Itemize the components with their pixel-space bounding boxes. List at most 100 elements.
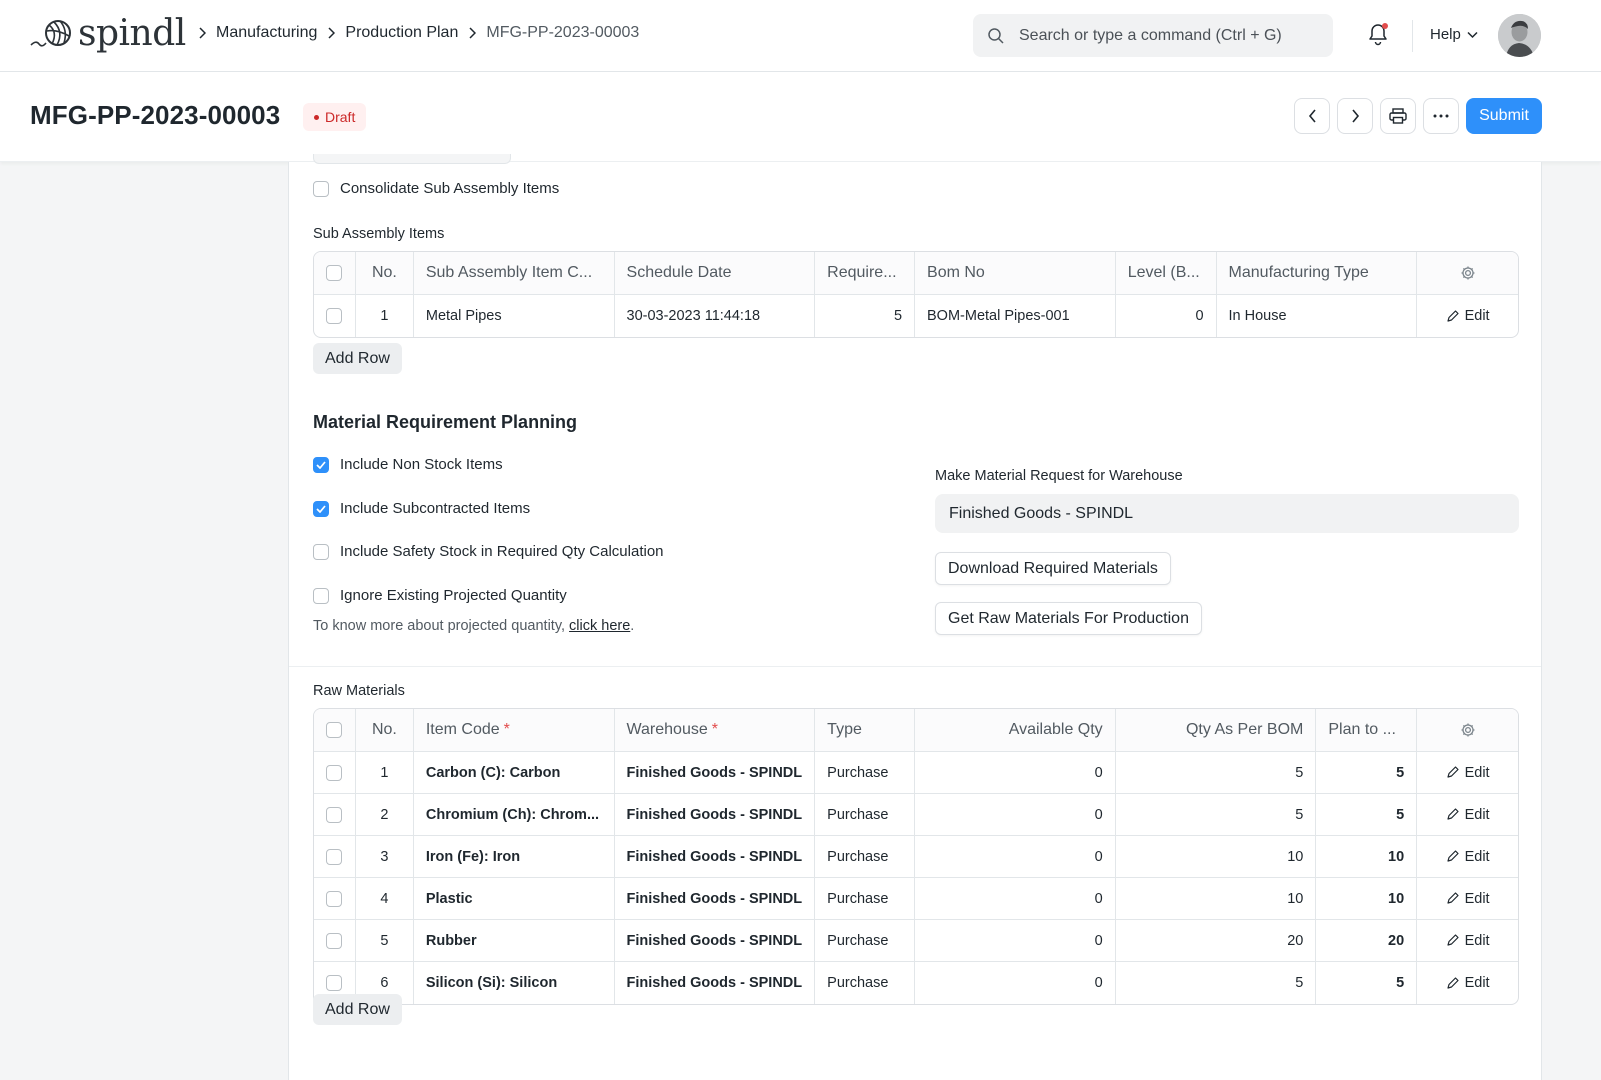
column-header[interactable]: Schedule Date xyxy=(615,252,816,294)
qty-per-bom-cell[interactable]: 5 xyxy=(1116,962,1317,1004)
consolidate-sub-assembly-checkbox[interactable]: Consolidate Sub Assembly Items xyxy=(313,180,559,197)
plan-to-request-cell[interactable]: 5 xyxy=(1316,752,1418,793)
warehouse-input[interactable]: Finished Goods - SPINDL xyxy=(935,494,1519,533)
checkbox-box[interactable] xyxy=(313,587,329,604)
schedule-date-cell[interactable]: 30-03-2023 11:44:18 xyxy=(615,295,816,337)
row-checkbox[interactable] xyxy=(326,932,343,949)
plan-to-request-cell[interactable]: 5 xyxy=(1316,794,1418,835)
help-dropdown[interactable]: Help xyxy=(1430,26,1478,43)
available-qty-cell[interactable]: 0 xyxy=(915,794,1116,835)
type-cell[interactable]: Purchase xyxy=(815,962,916,1004)
warehouse-cell[interactable]: Finished Goods - SPINDL xyxy=(615,878,816,919)
checkbox-box[interactable] xyxy=(313,543,329,560)
print-button[interactable] xyxy=(1380,98,1416,134)
column-header[interactable]: Sub Assembly Item C... xyxy=(414,252,615,294)
column-header[interactable]: Manufacturing Type xyxy=(1217,252,1418,294)
include-non-stock-checkbox[interactable]: Include Non Stock Items xyxy=(313,456,503,473)
row-edit-button[interactable]: Edit xyxy=(1446,933,1490,949)
item-code-cell[interactable]: Carbon (C): Carbon xyxy=(414,752,615,793)
select-all-checkbox[interactable] xyxy=(326,265,343,281)
warehouse-cell[interactable]: Finished Goods - SPINDL xyxy=(615,962,816,1004)
click-here-link[interactable]: click here xyxy=(569,618,630,634)
row-edit-button[interactable]: Edit xyxy=(1446,849,1490,865)
row-edit-button[interactable]: Edit xyxy=(1446,891,1490,907)
sub-assembly-item-cell[interactable]: Metal Pipes xyxy=(414,295,615,337)
table-row[interactable]: 2 Chromium (Ch): Chrom... Finished Goods… xyxy=(314,794,1518,836)
search-bar[interactable] xyxy=(973,14,1333,57)
gear-icon[interactable] xyxy=(1460,722,1476,738)
submit-button[interactable]: Submit xyxy=(1466,98,1542,134)
row-checkbox[interactable] xyxy=(326,308,343,324)
item-code-cell[interactable]: Iron (Fe): Iron xyxy=(414,836,615,877)
qty-per-bom-cell[interactable]: 10 xyxy=(1116,836,1317,877)
checkbox-box-checked[interactable] xyxy=(313,456,329,473)
row-edit-button[interactable]: Edit xyxy=(1446,807,1490,823)
column-header[interactable]: No. xyxy=(356,709,414,751)
type-cell[interactable]: Purchase xyxy=(815,878,916,919)
row-checkbox[interactable] xyxy=(326,764,343,781)
next-doc-button[interactable] xyxy=(1337,98,1373,134)
qty-per-bom-cell[interactable]: 5 xyxy=(1116,752,1317,793)
raw-materials-add-row-button[interactable]: Add Row xyxy=(313,994,402,1025)
plan-to-request-cell[interactable]: 10 xyxy=(1316,878,1418,919)
available-qty-cell[interactable]: 0 xyxy=(915,920,1116,961)
type-cell[interactable]: Purchase xyxy=(815,836,916,877)
download-required-materials-button[interactable]: Download Required Materials xyxy=(935,552,1171,585)
qty-per-bom-cell[interactable]: 10 xyxy=(1116,878,1317,919)
table-row[interactable]: 1 Carbon (C): Carbon Finished Goods - SP… xyxy=(314,752,1518,794)
type-cell[interactable]: Purchase xyxy=(815,920,916,961)
available-qty-cell[interactable]: 0 xyxy=(915,836,1116,877)
row-checkbox[interactable] xyxy=(326,848,343,865)
search-input[interactable] xyxy=(1017,25,1317,46)
sub-assembly-add-row-button[interactable]: Add Row xyxy=(313,343,402,374)
table-row[interactable]: 3 Iron (Fe): Iron Finished Goods - SPIND… xyxy=(314,836,1518,878)
item-code-cell[interactable]: Chromium (Ch): Chrom... xyxy=(414,794,615,835)
checkbox-box[interactable] xyxy=(313,180,329,197)
qty-per-bom-cell[interactable]: 5 xyxy=(1116,794,1317,835)
required-qty-cell[interactable]: 5 xyxy=(815,295,916,337)
column-header[interactable]: Plan to ... xyxy=(1316,709,1418,751)
qty-per-bom-cell[interactable]: 20 xyxy=(1116,920,1317,961)
more-actions-button[interactable] xyxy=(1423,98,1459,134)
column-header[interactable]: Level (B... xyxy=(1116,252,1217,294)
row-checkbox[interactable] xyxy=(326,975,343,991)
type-cell[interactable]: Purchase xyxy=(815,794,916,835)
bom-no-cell[interactable]: BOM-Metal Pipes-001 xyxy=(915,295,1116,337)
column-header[interactable]: Type xyxy=(815,709,916,751)
column-header[interactable]: Available Qty xyxy=(915,709,1116,751)
item-code-cell[interactable]: Plastic xyxy=(414,878,615,919)
select-all-checkbox[interactable] xyxy=(326,722,343,738)
column-header[interactable]: No. xyxy=(356,252,414,294)
previous-doc-button[interactable] xyxy=(1294,98,1330,134)
plan-to-request-cell[interactable]: 5 xyxy=(1316,962,1418,1004)
item-code-cell[interactable]: Silicon (Si): Silicon xyxy=(414,962,615,1004)
include-subcontracted-checkbox[interactable]: Include Subcontracted Items xyxy=(313,500,530,517)
app-logo[interactable]: spindl xyxy=(30,14,186,54)
row-checkbox[interactable] xyxy=(326,806,343,823)
notifications-button[interactable] xyxy=(1368,22,1388,51)
table-row[interactable]: 5 Rubber Finished Goods - SPINDL Purchas… xyxy=(314,920,1518,962)
item-code-cell[interactable]: Rubber xyxy=(414,920,615,961)
checkbox-box-checked[interactable] xyxy=(313,500,329,517)
row-checkbox[interactable] xyxy=(326,890,343,907)
row-edit-button[interactable]: Edit xyxy=(1446,308,1490,324)
breadcrumb-manufacturing[interactable]: Manufacturing xyxy=(216,24,317,42)
column-header[interactable]: Require... xyxy=(815,252,916,294)
warehouse-cell[interactable]: Finished Goods - SPINDL xyxy=(615,920,816,961)
column-header[interactable]: Qty As Per BOM xyxy=(1116,709,1317,751)
type-cell[interactable]: Purchase xyxy=(815,752,916,793)
row-edit-button[interactable]: Edit xyxy=(1446,975,1490,991)
plan-to-request-cell[interactable]: 10 xyxy=(1316,836,1418,877)
table-row[interactable]: 4 Plastic Finished Goods - SPINDL Purcha… xyxy=(314,878,1518,920)
available-qty-cell[interactable]: 0 xyxy=(915,878,1116,919)
manufacturing-type-cell[interactable]: In House xyxy=(1217,295,1418,337)
user-avatar[interactable] xyxy=(1498,14,1541,57)
breadcrumb-current[interactable]: MFG-PP-2023-00003 xyxy=(486,24,639,42)
plan-to-request-cell[interactable]: 20 xyxy=(1316,920,1418,961)
table-row[interactable]: 6 Silicon (Si): Silicon Finished Goods -… xyxy=(314,962,1518,1004)
row-edit-button[interactable]: Edit xyxy=(1446,765,1490,781)
table-row[interactable]: 1 Metal Pipes 30-03-2023 11:44:18 5 BOM-… xyxy=(314,295,1518,337)
available-qty-cell[interactable]: 0 xyxy=(915,752,1116,793)
gear-icon[interactable] xyxy=(1460,265,1476,281)
available-qty-cell[interactable]: 0 xyxy=(915,962,1116,1004)
